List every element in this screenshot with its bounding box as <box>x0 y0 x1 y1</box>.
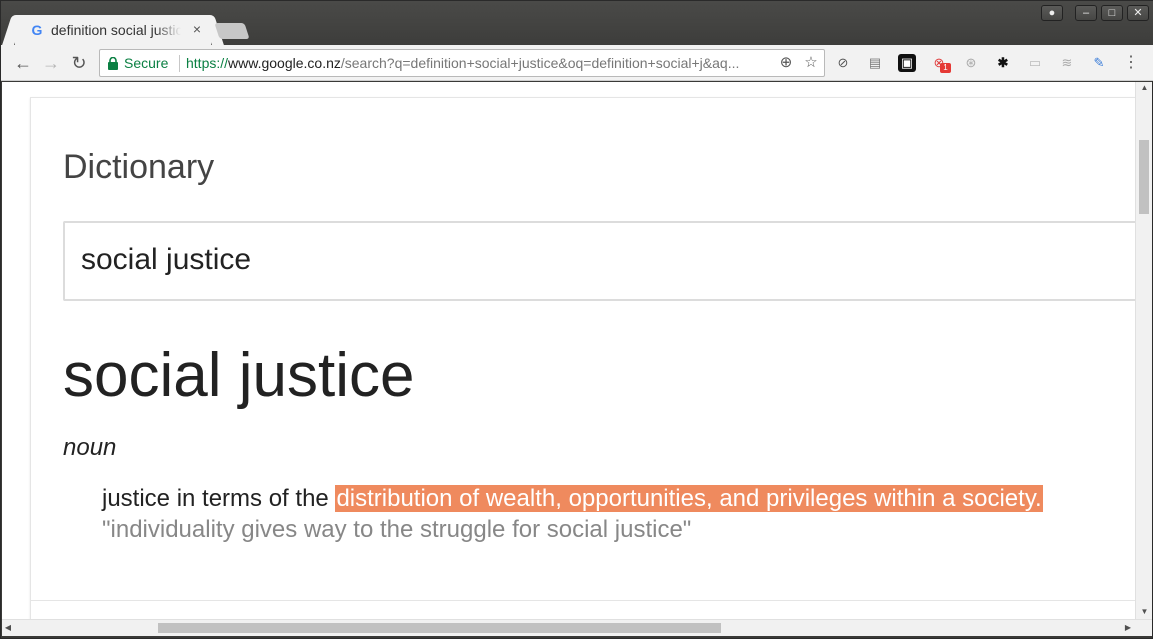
scroll-left-arrow-icon[interactable]: ◀ <box>2 623 14 632</box>
menu-icon[interactable]: ⋮ <box>1122 54 1140 72</box>
new-tab-button[interactable] <box>214 23 250 39</box>
gnome-icon[interactable]: ✱ <box>994 54 1012 72</box>
tab-title: definition social justice <box>51 22 181 38</box>
privacy-extension-icon[interactable]: ⊗ 1 <box>930 54 951 73</box>
feather-icon[interactable]: ✎ <box>1090 54 1108 72</box>
title-bar: G definition social justice × ● – □ ✕ <box>1 1 1153 45</box>
google-favicon-icon: G <box>31 22 43 38</box>
part-of-speech: noun <box>63 434 117 461</box>
secure-label: Secure <box>124 55 169 71</box>
omnibox-separator <box>179 55 180 72</box>
definition: justice in terms of the distribution of … <box>102 485 1043 513</box>
horizontal-scrollbar[interactable]: ◀ ▶ <box>2 619 1152 636</box>
zoom-icon[interactable]: ⊕ <box>777 54 795 72</box>
active-tab[interactable]: G definition social justice × <box>15 15 211 45</box>
reload-button[interactable]: ↻ <box>68 52 90 74</box>
minimize-button[interactable]: – <box>1075 5 1097 21</box>
vertical-scroll-thumb[interactable] <box>1139 140 1149 214</box>
browser-window: G definition social justice × ● – □ ✕ ← … <box>0 0 1153 639</box>
browser-toolbar: ← → ↻ Secure https://www.google.co.nz/se… <box>1 45 1153 81</box>
lock-extension-icon[interactable]: ▣ <box>898 54 916 72</box>
chat-icon[interactable]: ▭ <box>1026 54 1044 72</box>
selected-definition-text[interactable]: distribution of wealth, opportunities, a… <box>335 485 1043 512</box>
close-window-button[interactable]: ✕ <box>1127 5 1149 21</box>
scroll-down-arrow-icon[interactable]: ▼ <box>1136 607 1153 616</box>
dictionary-card: Dictionary social justice social justice… <box>30 97 1135 619</box>
definition-text: justice in terms of the <box>102 485 336 512</box>
horizontal-scroll-thumb[interactable] <box>158 623 721 633</box>
dictionary-search-input[interactable]: social justice <box>63 221 1135 301</box>
forward-button[interactable]: → <box>40 52 62 74</box>
notification-badge: 1 <box>940 63 951 73</box>
block-icon[interactable]: ⊘ <box>834 54 852 72</box>
vertical-scrollbar[interactable]: ▲ ▼ <box>1135 82 1152 619</box>
page-viewport: Dictionary social justice social justice… <box>2 82 1135 619</box>
address-bar[interactable]: Secure https://www.google.co.nz/search?q… <box>99 49 825 77</box>
profile-button[interactable]: ● <box>1041 5 1063 21</box>
maximize-button[interactable]: □ <box>1101 5 1123 21</box>
scroll-right-arrow-icon[interactable]: ▶ <box>1122 623 1134 632</box>
back-button[interactable]: ← <box>12 52 34 74</box>
card-divider <box>31 600 1135 601</box>
lock-icon <box>108 57 118 70</box>
url-text[interactable]: https://www.google.co.nz/search?q=defini… <box>186 55 776 71</box>
rss-icon[interactable]: ≋ <box>1058 54 1076 72</box>
headword: social justice <box>63 341 415 410</box>
card-title: Dictionary <box>63 148 215 186</box>
globe-icon[interactable]: ⊛ <box>962 54 980 72</box>
page-icon[interactable]: ▤ <box>866 54 884 72</box>
search-value: social justice <box>81 243 252 276</box>
scroll-up-arrow-icon[interactable]: ▲ <box>1136 83 1153 92</box>
tab-close-icon[interactable]: × <box>189 21 205 37</box>
bookmark-star-icon[interactable]: ☆ <box>802 54 820 72</box>
example-sentence: "individuality gives way to the struggle… <box>102 516 692 543</box>
profile-icon: ● <box>1048 7 1056 19</box>
